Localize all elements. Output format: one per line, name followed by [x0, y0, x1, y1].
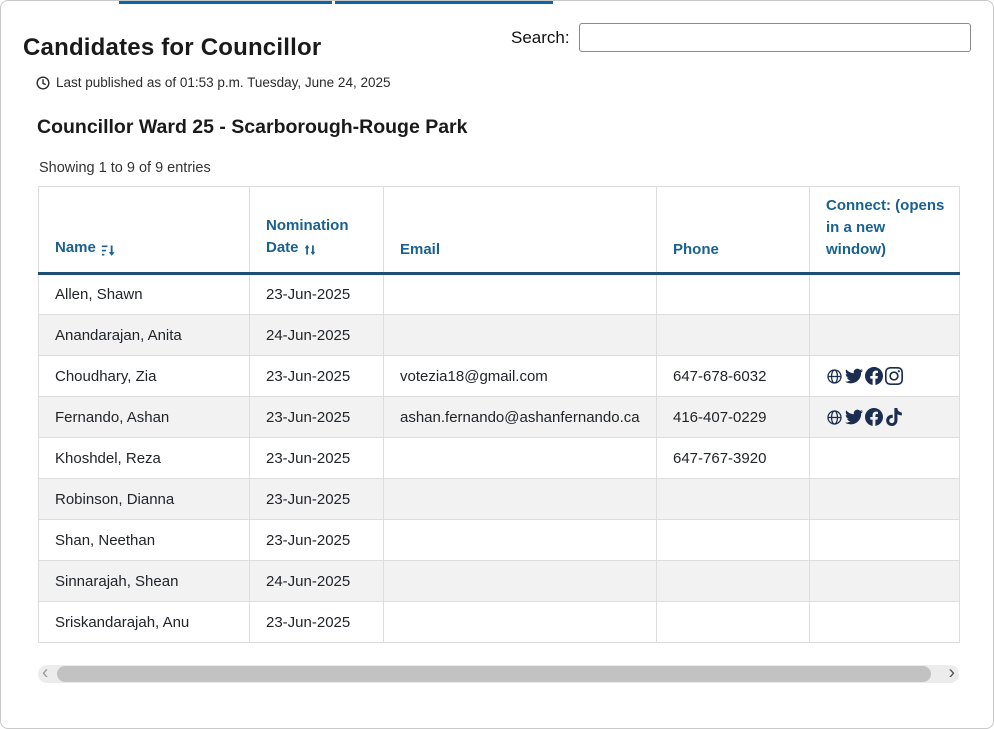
column-label-connect: Connect: (opens in a new window) — [826, 197, 944, 258]
scroll-left-icon[interactable]: ‹ — [42, 664, 48, 682]
candidates-table: Name Nomination Date Email Phone Connect… — [38, 186, 960, 643]
candidate-email — [384, 438, 657, 479]
tiktok-icon[interactable] — [885, 408, 903, 426]
candidate-email — [384, 602, 657, 643]
candidate-connect — [810, 479, 960, 520]
search-label: Search: — [511, 28, 570, 48]
candidates-page: Candidates for Councillor Search: Last p… — [0, 0, 994, 729]
last-published: Last published as of 01:53 p.m. Tuesday,… — [36, 75, 390, 90]
candidates-table-wrap: Name Nomination Date Email Phone Connect… — [38, 186, 960, 643]
column-header-connect[interactable]: Connect: (opens in a new window) — [810, 187, 960, 274]
facebook-icon[interactable] — [865, 367, 883, 385]
candidate-phone: 647-767-3920 — [657, 438, 810, 479]
candidate-connect — [810, 274, 960, 315]
table-row: Shan, Neethan 23-Jun-2025 — [39, 520, 960, 561]
candidate-name: Shan, Neethan — [39, 520, 250, 561]
column-label-name: Name — [55, 239, 96, 256]
candidate-name: Robinson, Dianna — [39, 479, 250, 520]
website-globe-icon[interactable] — [826, 367, 843, 385]
candidate-connect — [810, 602, 960, 643]
candidate-phone — [657, 602, 810, 643]
facebook-icon[interactable] — [865, 408, 883, 426]
candidate-phone — [657, 561, 810, 602]
ward-heading: Councillor Ward 25 - Scarborough-Rouge P… — [37, 116, 468, 139]
candidate-connect — [810, 315, 960, 356]
nomination-date: 23-Jun-2025 — [250, 356, 384, 397]
scroll-right-icon[interactable]: › — [949, 664, 955, 682]
search-bar: Search: — [511, 23, 971, 52]
candidate-name: Allen, Shawn — [39, 274, 250, 315]
column-header-email[interactable]: Email — [384, 187, 657, 274]
table-row: Robinson, Dianna 23-Jun-2025 — [39, 479, 960, 520]
nomination-date: 23-Jun-2025 — [250, 479, 384, 520]
website-globe-icon[interactable] — [826, 408, 843, 426]
twitter-icon[interactable] — [845, 367, 863, 385]
table-row: Anandarajan, Anita 24-Jun-2025 — [39, 315, 960, 356]
entries-info: Showing 1 to 9 of 9 entries — [39, 160, 211, 176]
candidate-phone — [657, 520, 810, 561]
nomination-date: 23-Jun-2025 — [250, 438, 384, 479]
candidate-connect — [810, 561, 960, 602]
candidate-email: ashan.fernando@ashanfernando.ca — [384, 397, 657, 438]
candidate-email — [384, 274, 657, 315]
nomination-date: 23-Jun-2025 — [250, 520, 384, 561]
table-body: Allen, Shawn 23-Jun-2025 Anandarajan, An… — [39, 274, 960, 643]
tab-underline-2 — [335, 1, 553, 4]
candidate-name: Khoshdel, Reza — [39, 438, 250, 479]
column-header-nomination-date[interactable]: Nomination Date — [250, 187, 384, 274]
candidate-phone — [657, 315, 810, 356]
column-header-name[interactable]: Name — [39, 187, 250, 274]
last-published-text: Last published as of 01:53 p.m. Tuesday,… — [56, 75, 390, 90]
horizontal-scrollbar[interactable]: ‹ › — [38, 665, 959, 683]
column-label-email: Email — [400, 241, 440, 258]
instagram-icon[interactable] — [885, 367, 903, 385]
tab-underline-1 — [119, 1, 332, 4]
candidate-email — [384, 561, 657, 602]
sort-both-icon — [303, 239, 317, 261]
page-title: Candidates for Councillor — [23, 34, 321, 62]
nomination-date: 23-Jun-2025 — [250, 274, 384, 315]
scrollbar-thumb[interactable] — [57, 666, 931, 682]
candidate-email — [384, 315, 657, 356]
search-input[interactable] — [579, 23, 971, 52]
candidate-connect — [810, 520, 960, 561]
nomination-date: 23-Jun-2025 — [250, 397, 384, 438]
table-row: Sriskandarajah, Anu 23-Jun-2025 — [39, 602, 960, 643]
column-header-phone[interactable]: Phone — [657, 187, 810, 274]
candidate-name: Fernando, Ashan — [39, 397, 250, 438]
candidate-name: Choudhary, Zia — [39, 356, 250, 397]
candidate-name: Sriskandarajah, Anu — [39, 602, 250, 643]
table-row: Choudhary, Zia 23-Jun-2025 votezia18@gma… — [39, 356, 960, 397]
clock-icon — [36, 76, 50, 90]
table-row: Fernando, Ashan 23-Jun-2025 ashan.fernan… — [39, 397, 960, 438]
candidate-connect — [810, 438, 960, 479]
column-label-phone: Phone — [673, 241, 719, 258]
table-header-row: Name Nomination Date Email Phone Connect… — [39, 187, 960, 274]
candidate-phone — [657, 479, 810, 520]
candidate-email — [384, 479, 657, 520]
candidate-name: Anandarajan, Anita — [39, 315, 250, 356]
table-row: Allen, Shawn 23-Jun-2025 — [39, 274, 960, 315]
candidate-email — [384, 520, 657, 561]
twitter-icon[interactable] — [845, 408, 863, 426]
candidate-connect — [810, 356, 960, 397]
candidate-phone: 416-407-0229 — [657, 397, 810, 438]
table-row: Khoshdel, Reza 23-Jun-2025 647-767-3920 — [39, 438, 960, 479]
candidate-phone: 647-678-6032 — [657, 356, 810, 397]
nomination-date: 24-Jun-2025 — [250, 561, 384, 602]
table-row: Sinnarajah, Shean 24-Jun-2025 — [39, 561, 960, 602]
candidate-phone — [657, 274, 810, 315]
candidate-name: Sinnarajah, Shean — [39, 561, 250, 602]
sort-desc-icon — [100, 239, 115, 261]
candidate-email: votezia18@gmail.com — [384, 356, 657, 397]
candidate-connect — [810, 397, 960, 438]
nomination-date: 23-Jun-2025 — [250, 602, 384, 643]
nomination-date: 24-Jun-2025 — [250, 315, 384, 356]
